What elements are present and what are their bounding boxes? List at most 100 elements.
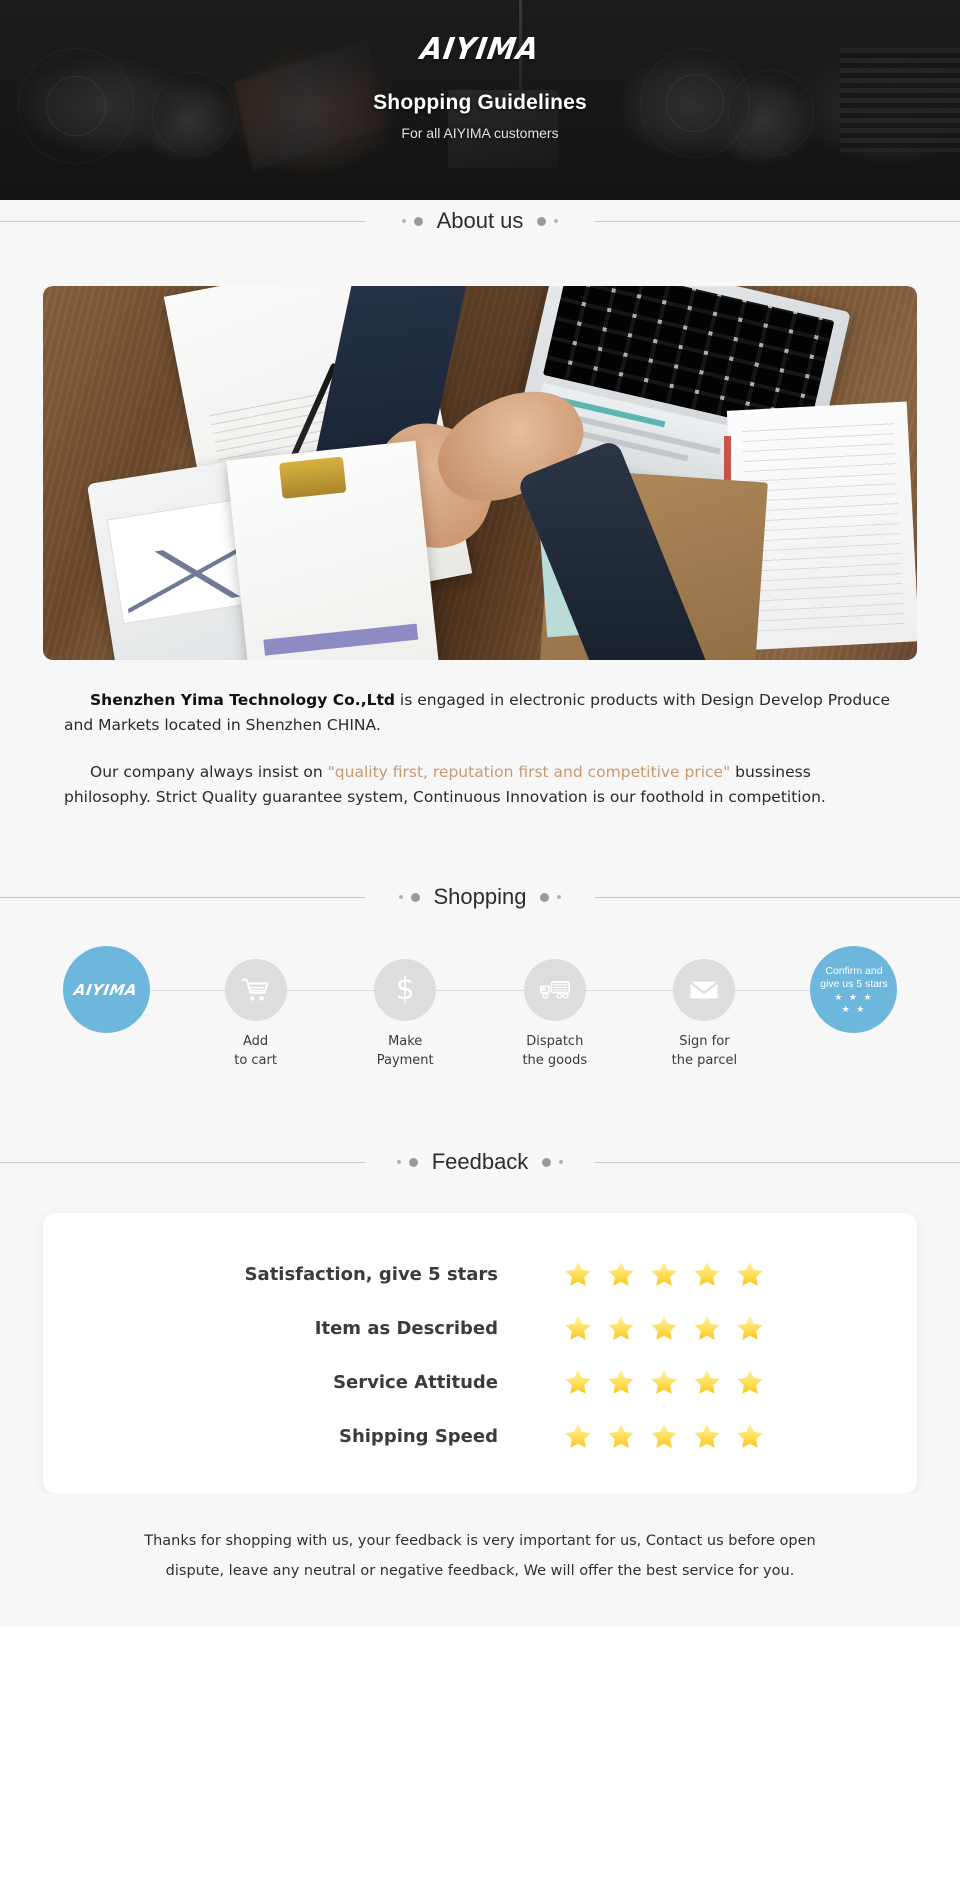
step-label: Add to cart: [192, 1033, 320, 1070]
about-section-header: About us: [0, 200, 960, 242]
rating-stars: [498, 1260, 769, 1288]
step-label: Sign for the parcel: [640, 1033, 768, 1070]
about-paragraph-1: Shenzhen Yima Technology Co.,Ltd is enga…: [64, 688, 896, 738]
star-icon: [651, 1316, 677, 1341]
aiyima-logo-icon: AIYIMA: [72, 980, 140, 999]
aiyima-brand-logo: AIYIMA: [418, 30, 542, 67]
star-icon: [737, 1316, 763, 1341]
dollar-sign-icon: $: [395, 972, 415, 1008]
star-icon: [737, 1370, 763, 1395]
footer-note: Thanks for shopping with us, your feedba…: [0, 1493, 960, 1627]
star-icon: [694, 1424, 720, 1449]
star-icon: [694, 1316, 720, 1341]
star-icon: [608, 1424, 634, 1449]
feedback-label: Shipping Speed: [338, 1425, 498, 1447]
parcel-circle: [673, 959, 736, 1022]
about-photo-wrapper: [0, 242, 960, 660]
step-label-line1: Make: [388, 1034, 423, 1050]
large-dot-icon: [408, 1157, 418, 1167]
shopping-section-title: Shopping: [433, 884, 527, 910]
rating-stars: [498, 1314, 769, 1342]
feedback-row: Satisfaction, give 5 stars: [43, 1247, 917, 1301]
step-label-line2: the goods: [522, 1052, 588, 1068]
small-dot-icon: [401, 219, 406, 223]
step-label-line2: to cart: [234, 1052, 277, 1068]
step-brand: AIYIMA: [42, 932, 170, 1034]
step-add-to-cart: Add to cart: [192, 932, 320, 1070]
page-subtitle: For all AIYIMA customers: [401, 125, 559, 141]
feedback-label: Satisfaction, give 5 stars: [244, 1263, 498, 1285]
about-paragraph-2: Our company always insist on "quality fi…: [64, 760, 896, 810]
divider-line-left: [0, 1162, 365, 1164]
feedback-label: Service Attitude: [333, 1371, 498, 1393]
star-icon: [651, 1424, 677, 1449]
page-title: Shopping Guidelines: [373, 91, 587, 114]
step-label: Make Payment: [341, 1033, 469, 1070]
footer-line-1: Thanks for shopping with us, your feedba…: [144, 1533, 816, 1550]
star-icon: [694, 1370, 720, 1395]
star-icon: [608, 1262, 634, 1287]
feedback-section-header: Feedback: [0, 1141, 960, 1183]
confirm-circle: Confirm and give us 5 stars ★ ★ ★ ★ ★: [810, 946, 898, 1034]
step-make-payment: $ Make Payment: [341, 932, 469, 1070]
star-icon: [694, 1262, 720, 1287]
about-section-title: About us: [436, 208, 524, 233]
envelope-icon: [690, 982, 719, 999]
hero-banner: AIYIMA Shopping Guidelines For all AIYIM…: [0, 0, 960, 200]
divider-line-left: [0, 897, 365, 899]
star-icon: [565, 1316, 591, 1341]
cart-circle: [224, 959, 287, 1022]
divider-line-right: [595, 897, 960, 899]
large-dot-icon: [410, 892, 420, 902]
star-icon: [651, 1262, 677, 1287]
feedback-card: Satisfaction, give 5 stars Item as Descr…: [43, 1213, 917, 1494]
star-icon: [565, 1424, 591, 1449]
step-dispatch: Dispatch the goods: [491, 932, 619, 1070]
delivery-truck-icon: [539, 981, 570, 1000]
step-confirm-rate: Confirm and give us 5 stars ★ ★ ★ ★ ★: [790, 932, 918, 1034]
footer-line-2: dispute, leave any neutral or negative f…: [165, 1563, 795, 1580]
handshake-business-photo: [43, 286, 917, 660]
star-icon: [608, 1316, 634, 1341]
step-label-line2: Payment: [376, 1052, 434, 1068]
large-dot-icon: [542, 1157, 552, 1167]
divider-line-right: [595, 221, 960, 222]
confirm-text-line2: give us 5 stars: [820, 977, 888, 990]
step-label-line2: the parcel: [671, 1052, 738, 1068]
shopping-steps: AIYIMA Add to cart $ Make Payment Dispat…: [0, 932, 960, 1097]
star-icon: [565, 1370, 591, 1395]
divider-line-right: [595, 1162, 960, 1164]
company-name: Shenzhen Yima Technology Co.,Ltd: [90, 691, 395, 709]
star-icon: [651, 1370, 677, 1395]
rating-stars: [498, 1368, 769, 1396]
invoice-clipboard-graphic: [226, 440, 442, 660]
star-icon: [737, 1262, 763, 1287]
invoice-bar: [263, 623, 419, 656]
star-icon: [737, 1424, 763, 1449]
payment-circle: $: [374, 959, 437, 1022]
star-icon: [608, 1370, 634, 1395]
step-sign-parcel: Sign for the parcel: [640, 932, 768, 1070]
brand-circle: AIYIMA: [62, 946, 150, 1034]
feedback-section-title: Feedback: [431, 1149, 529, 1175]
clipboard-clip: [279, 456, 347, 499]
large-dot-icon: [540, 892, 550, 902]
shopping-section-header: Shopping: [0, 876, 960, 918]
large-dot-icon: [413, 216, 423, 226]
step-label-line1: Add: [243, 1034, 269, 1050]
shopping-cart-icon: [241, 979, 269, 1002]
small-dot-icon: [559, 1160, 564, 1165]
feedback-row: Item as Described: [43, 1301, 917, 1355]
five-stars-icon: ★ ★ ★: [834, 991, 874, 1002]
five-stars-icon-bottom: ★ ★: [841, 1004, 867, 1015]
rating-stars: [498, 1422, 769, 1450]
large-dot-icon: [537, 216, 547, 226]
step-label-line1: Sign for: [679, 1034, 730, 1050]
quality-motto: "quality first, reputation first and com…: [327, 763, 731, 782]
about-paragraph-2-pre: Our company always insist on: [90, 763, 328, 782]
page-body: About us Shenzhen Yima Technology Co.,Lt…: [0, 200, 960, 1627]
star-icon: [565, 1262, 591, 1287]
small-dot-icon: [396, 1160, 401, 1165]
small-dot-icon: [398, 895, 403, 900]
hero-content: AIYIMA Shopping Guidelines For all AIYIM…: [0, 0, 960, 141]
